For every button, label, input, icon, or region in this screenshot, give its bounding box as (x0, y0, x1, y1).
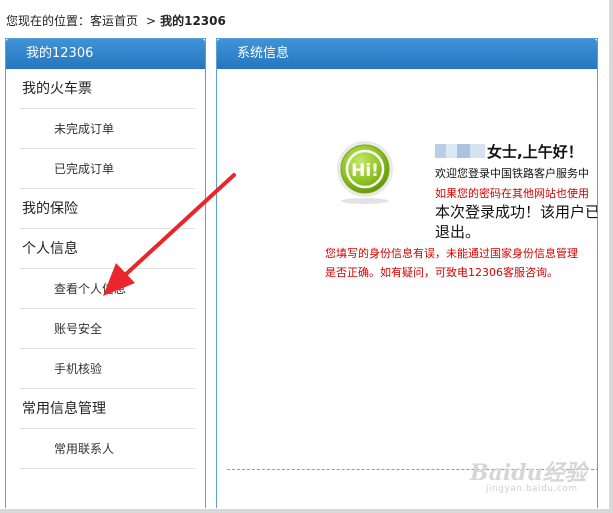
sidebar-item-my-tickets[interactable]: 我的火车票 (20, 69, 195, 109)
watermark-url: jingyan.baidu.com (486, 484, 578, 494)
welcome-message: 欢迎您登录中国铁路客户服务中 (435, 167, 589, 180)
id-notice-line-2: 是否正确。如有疑问，可致电12306客服咨询。 (325, 266, 558, 279)
system-info-title: 系统信息 (217, 39, 597, 69)
sidebar-title: 我的12306 (6, 39, 205, 69)
sidebar-item-frequent-contacts[interactable]: 常用联系人 (20, 429, 195, 469)
logout-message: 退出。 (435, 223, 481, 241)
sidebar-item-view-personal-info[interactable]: 查看个人信息 (20, 269, 195, 309)
breadcrumb: 您现在的位置：客运首页 > 我的12306 (6, 12, 226, 30)
breadcrumb-prefix: 您现在的位置： (6, 14, 91, 28)
breadcrumb-separator: > (146, 14, 157, 28)
watermark-logo: Baidu经验 (470, 460, 587, 486)
sidebar-item-phone-verification[interactable]: 手机核验 (20, 349, 195, 389)
sidebar-item-common-info[interactable]: 常用信息管理 (20, 389, 195, 429)
sidebar-item-unfinished-orders[interactable]: 未完成订单 (20, 109, 195, 149)
greeting: 女士,上午好！ (435, 141, 583, 162)
password-warning: 如果您的密码在其他网站也使用 (435, 187, 589, 200)
sidebar: 我的12306 我的火车票 未完成订单 已完成订单 我的保险 个人信息 查看个人… (5, 38, 206, 508)
system-info-panel: 系统信息 Hi! 女士,上午好！ 欢迎您登录中国铁路客户服务中 如果您的密码在其… (216, 38, 598, 508)
breadcrumb-current: 我的12306 (160, 14, 226, 28)
sidebar-item-my-insurance[interactable]: 我的保险 (20, 189, 195, 229)
hi-icon-text: Hi! (351, 161, 379, 181)
sidebar-item-personal-info[interactable]: 个人信息 (20, 229, 195, 269)
sidebar-item-finished-orders[interactable]: 已完成订单 (20, 149, 195, 189)
hi-greeting-icon: Hi! (337, 141, 393, 204)
sidebar-item-account-security[interactable]: 账号安全 (20, 309, 195, 349)
screenshot-frame: 您现在的位置：客运首页 > 我的12306 我的12306 我的火车票 未完成订单 … (0, 0, 613, 513)
breadcrumb-home-link[interactable]: 客运首页 (90, 14, 138, 28)
id-notice-line-1: 您填写的身份信息有误，未能通过国家身份信息管理 (325, 247, 578, 260)
login-success-message: 本次登录成功！该用户已 (435, 203, 598, 221)
blurred-username (435, 144, 485, 158)
greeting-text: 女士,上午好！ (487, 143, 583, 161)
